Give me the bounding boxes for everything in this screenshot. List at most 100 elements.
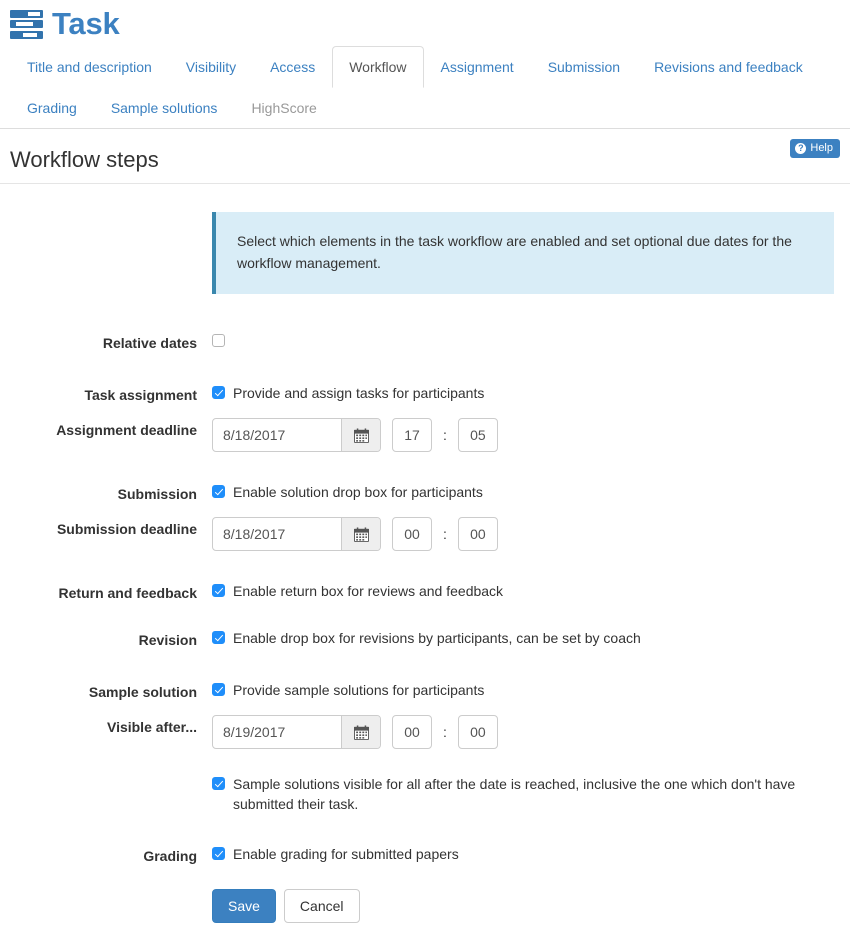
return-feedback-checkbox-label: Enable return box for reviews and feedba… <box>233 583 504 599</box>
row-visible-after: Visible after... 8/19/2017 00: 00 <box>0 715 850 749</box>
label-assignment-deadline: Assignment deadline <box>56 422 197 438</box>
sample-solution-check-line: Provide sample solutions for participant… <box>212 680 840 700</box>
visible-after-datetime: : <box>212 715 840 749</box>
info-row: Select which elements in the task workfl… <box>0 212 850 318</box>
row-sample-visible-all: Sample solutions visible for all after t… <box>0 774 850 814</box>
tab-list: Title and description Visibility Access … <box>10 46 850 128</box>
visible-after-minute-input[interactable] <box>457 715 498 749</box>
row-submission-deadline: Submission deadline 8/18/2017 00: 00 <box>0 517 850 551</box>
tab-link[interactable]: Title and description <box>10 46 169 88</box>
tab-link[interactable]: Assignment <box>424 46 531 88</box>
tab-link: HighScore <box>251 100 317 116</box>
label-grading: Grading <box>143 848 197 864</box>
page-header: Task <box>0 0 850 46</box>
task-assignment-checkbox[interactable] <box>212 386 225 399</box>
assignment-deadline-minute-input[interactable] <box>457 418 498 452</box>
row-sample-solution: Sample solution Provide sample solutions… <box>0 680 850 702</box>
tab-link[interactable]: Access <box>253 46 332 88</box>
label-task-assignment: Task assignment <box>84 387 197 403</box>
form-actions: Save Cancel <box>212 889 840 923</box>
label-submission-deadline: Submission deadline <box>56 521 197 537</box>
revision-check-line: Enable drop box for revisions by partici… <box>212 628 840 648</box>
workflow-form: Select which elements in the task workfl… <box>0 184 850 923</box>
tab-link[interactable]: Revisions and feedback <box>637 46 820 88</box>
relative-dates-checkbox[interactable] <box>212 334 225 347</box>
row-assignment-deadline: Assignment deadline 8/18/2017 17: 05 <box>0 418 850 452</box>
tab-title-and-description[interactable]: Title and description <box>10 46 169 88</box>
tab-visibility[interactable]: Visibility <box>169 46 253 88</box>
submission-deadline-hour-input[interactable] <box>392 517 432 551</box>
row-revision: Revision Enable drop box for revisions b… <box>0 628 850 650</box>
label-relative-dates: Relative dates <box>102 335 197 351</box>
row-grading: Grading Enable grading for submitted pap… <box>0 844 850 866</box>
submission-deadline-date-group <box>212 517 381 551</box>
revision-checkbox-label: Enable drop box for revisions by partici… <box>233 630 641 646</box>
question-circle-icon: ? <box>795 143 807 154</box>
submission-checkbox-label: Enable solution drop box for participant… <box>233 484 483 500</box>
submission-deadline-datetime: : <box>212 517 840 551</box>
submission-deadline-time-separator: : <box>443 526 447 542</box>
tab-access[interactable]: Access <box>253 46 332 88</box>
visible-after-hour-input[interactable] <box>392 715 432 749</box>
label-submission: Submission <box>117 486 197 502</box>
cancel-button[interactable]: Cancel <box>283 889 360 923</box>
row-return-and-feedback: Return and feedback Enable return box fo… <box>0 581 850 603</box>
save-button[interactable]: Save <box>212 889 276 923</box>
visible-after-date-input[interactable] <box>213 716 341 748</box>
sample-solution-checkbox[interactable] <box>212 683 225 696</box>
help-button[interactable]: ? Help <box>790 139 840 158</box>
section-title: Workflow steps <box>10 147 159 172</box>
row-actions: Save Cancel <box>0 879 850 923</box>
submission-deadline-date-input[interactable] <box>213 518 341 550</box>
return-feedback-checkbox[interactable] <box>212 584 225 597</box>
submission-check-line: Enable solution drop box for participant… <box>212 482 840 502</box>
tab-link[interactable]: Grading <box>10 87 94 129</box>
relative-dates-check-line <box>212 331 840 347</box>
tab-workflow[interactable]: Workflow <box>332 46 424 88</box>
tab-bar: Title and description Visibility Access … <box>0 46 850 129</box>
return-feedback-check-line: Enable return box for reviews and feedba… <box>212 581 840 601</box>
help-button-label: Help <box>810 142 833 154</box>
assignment-deadline-date-group <box>212 418 381 452</box>
submission-deadline-minute-input[interactable] <box>457 517 498 551</box>
task-assignment-checkbox-label: Provide and assign tasks for participant… <box>233 385 485 401</box>
page-title: Task <box>52 6 120 41</box>
visible-after-time-separator: : <box>443 724 447 740</box>
tab-link[interactable]: Visibility <box>169 46 253 88</box>
sample-visible-all-check-line: Sample solutions visible for all after t… <box>212 774 812 814</box>
task-assignment-check-line: Provide and assign tasks for participant… <box>212 383 840 403</box>
label-sample-solution: Sample solution <box>88 684 197 700</box>
tab-link[interactable]: Workflow <box>332 46 424 88</box>
assignment-deadline-date-input[interactable] <box>213 419 341 451</box>
assignment-deadline-time-separator: : <box>443 427 447 443</box>
tab-submission[interactable]: Submission <box>531 46 637 88</box>
sample-visible-all-checkbox-label: Sample solutions visible for all after t… <box>233 776 796 812</box>
visible-after-calendar-button[interactable] <box>341 716 380 748</box>
tab-highscore: HighScore <box>234 87 333 129</box>
assignment-deadline-datetime: : <box>212 418 840 452</box>
tab-link[interactable]: Sample solutions <box>94 87 235 129</box>
row-relative-dates: Relative dates <box>0 331 850 353</box>
sample-visible-all-checkbox[interactable] <box>212 777 225 790</box>
grading-check-line: Enable grading for submitted papers <box>212 844 840 864</box>
visible-after-date-group <box>212 715 381 749</box>
tab-revisions-and-feedback[interactable]: Revisions and feedback <box>637 46 820 88</box>
submission-deadline-calendar-button[interactable] <box>341 518 380 550</box>
assignment-deadline-hour-input[interactable] <box>392 418 432 452</box>
label-visible-after: Visible after... <box>106 719 197 735</box>
tab-assignment[interactable]: Assignment <box>424 46 531 88</box>
task-list-icon <box>10 9 43 39</box>
sample-solution-checkbox-label: Provide sample solutions for participant… <box>233 682 485 698</box>
label-return-and-feedback: Return and feedback <box>58 585 197 601</box>
tab-sample-solutions[interactable]: Sample solutions <box>94 87 235 129</box>
grading-checkbox[interactable] <box>212 847 225 860</box>
tab-grading[interactable]: Grading <box>10 87 94 129</box>
submission-checkbox[interactable] <box>212 485 225 498</box>
info-alert: Select which elements in the task workfl… <box>212 212 834 294</box>
tab-link[interactable]: Submission <box>531 46 637 88</box>
assignment-deadline-calendar-button[interactable] <box>341 419 380 451</box>
grading-checkbox-label: Enable grading for submitted papers <box>233 846 459 862</box>
revision-checkbox[interactable] <box>212 631 225 644</box>
